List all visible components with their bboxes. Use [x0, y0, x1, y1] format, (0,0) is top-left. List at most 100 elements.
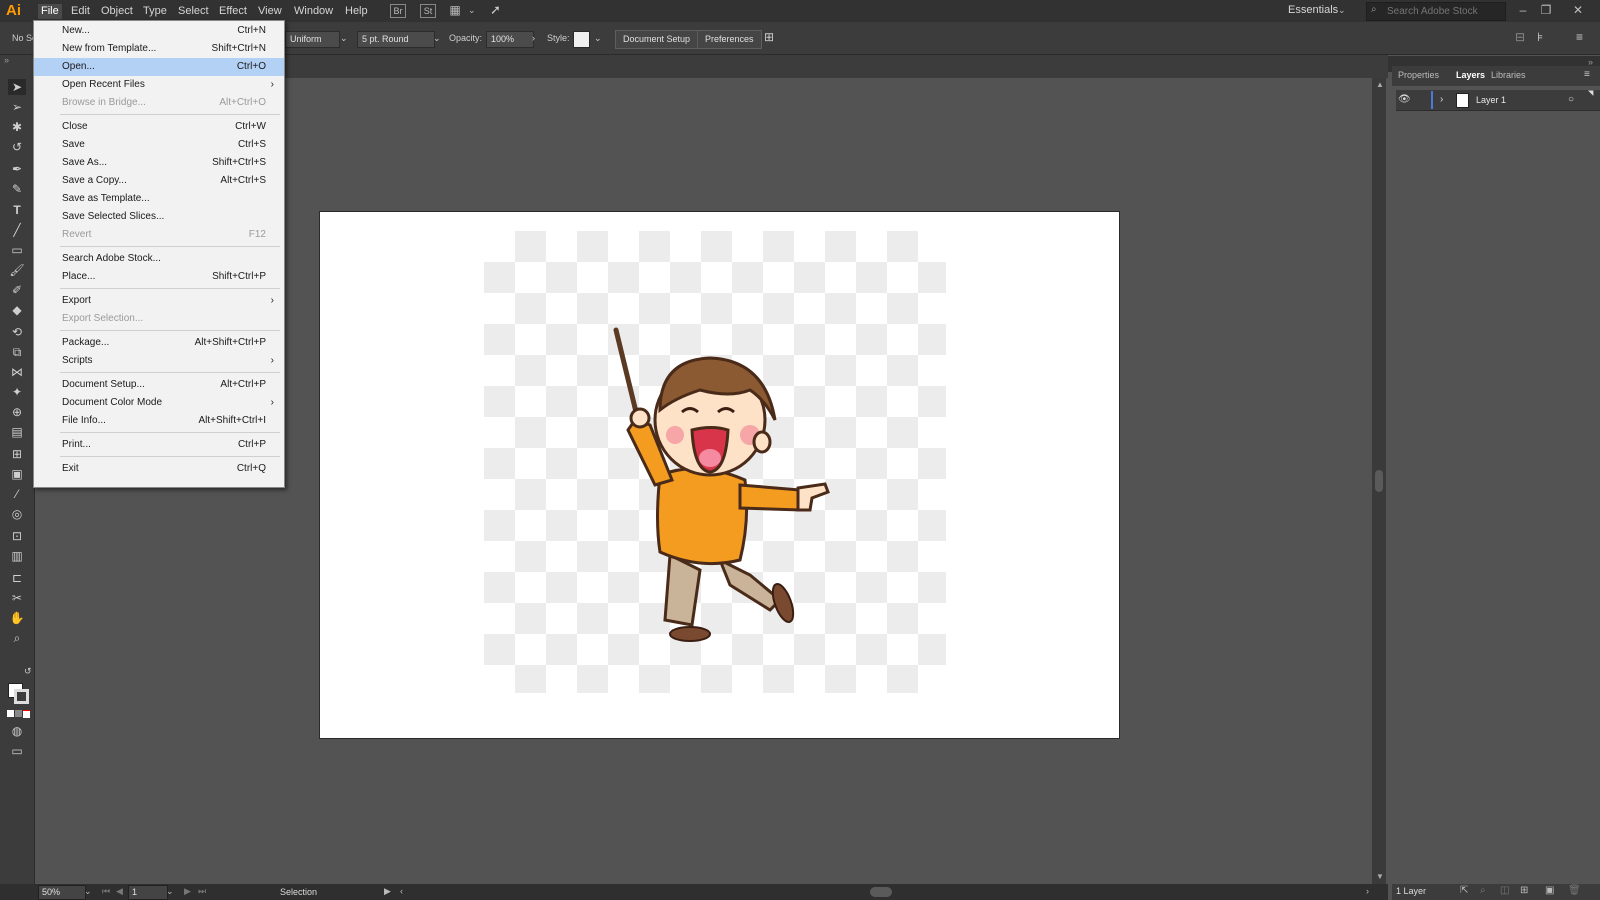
graph-tool-icon[interactable]: ▥ [8, 548, 26, 564]
pen-tool-icon[interactable]: ✒ [8, 161, 26, 177]
gpu-performance-icon[interactable]: ➚ [490, 2, 501, 18]
zoom-level-select[interactable]: 50% [38, 885, 86, 900]
menu-item-print[interactable]: Print... Ctrl+P [34, 436, 284, 454]
expand-layer-chevron-icon[interactable]: › [1440, 94, 1443, 105]
color-icon[interactable] [7, 710, 14, 717]
screen-mode-icon[interactable]: ▭ [8, 743, 26, 759]
panel-menu-icon[interactable]: ≡ [1576, 30, 1583, 44]
line-tool-icon[interactable]: ╱ [8, 222, 26, 238]
menu-item-open-recent-files[interactable]: Open Recent Files › [34, 76, 284, 94]
arrange-icon[interactable]: ⊞ [764, 30, 774, 44]
perspective-grid-tool-icon[interactable]: ▤ [8, 424, 26, 440]
menu-item-package[interactable]: Package... Alt+Shift+Ctrl+P [34, 334, 284, 352]
menu-item-new[interactable]: New... Ctrl+N [34, 22, 284, 40]
vertical-scroll-thumb[interactable] [1375, 470, 1383, 492]
transform-icon[interactable]: ⊧ [1537, 30, 1543, 44]
menu-object[interactable]: Object [98, 4, 136, 19]
zoom-tool-icon[interactable]: ⌕ [8, 630, 26, 646]
align-icon[interactable]: ⊟ [1515, 30, 1525, 44]
menu-item-place[interactable]: Place... Shift+Ctrl+P [34, 268, 284, 286]
menu-type[interactable]: Type [140, 4, 170, 19]
puppet-warp-tool-icon[interactable]: ✦ [8, 384, 26, 400]
width-tool-icon[interactable]: ⋈ [8, 364, 26, 380]
bridge-icon[interactable]: Br [390, 4, 406, 18]
close-icon[interactable]: ✕ [1570, 2, 1586, 18]
search-stock-box[interactable]: ⌕ [1366, 2, 1507, 21]
prev-artboard-icon[interactable]: ◀ [116, 886, 123, 897]
color-mode-buttons[interactable] [7, 710, 31, 718]
opacity-input[interactable]: 100% [486, 31, 534, 48]
shaper-tool-icon[interactable]: ✐ [8, 282, 26, 298]
next-artboard-icon[interactable]: ▶ [184, 886, 191, 897]
menu-select[interactable]: Select [175, 4, 212, 19]
chevron-right-icon[interactable]: › [532, 33, 535, 43]
restore-icon[interactable]: ❐ [1538, 2, 1554, 18]
draw-mode-icon[interactable]: ◍ [8, 723, 26, 739]
layer-target-icon[interactable]: ○ [1568, 94, 1574, 105]
menu-item-close[interactable]: Close Ctrl+W [34, 118, 284, 136]
scale-tool-icon[interactable]: ⧉ [8, 344, 26, 360]
menu-item-exit[interactable]: Exit Ctrl+Q [34, 460, 284, 478]
new-sublayer-icon[interactable]: ⊞ [1520, 885, 1528, 896]
artboard-number-input[interactable]: 1 [128, 885, 168, 900]
menu-item-open[interactable]: Open... Ctrl+O [34, 58, 284, 76]
chevron-down-icon[interactable]: ⌄ [166, 886, 174, 897]
menu-item-document-setup[interactable]: Document Setup... Alt+Ctrl+P [34, 376, 284, 394]
hand-tool-icon[interactable]: ✋ [8, 610, 26, 626]
eyedropper-tool-icon[interactable]: ⁄ [8, 486, 26, 502]
last-artboard-icon[interactable]: ⏭ [198, 886, 206, 897]
mesh-tool-icon[interactable]: ⊞ [8, 446, 26, 462]
magic-wand-tool-icon[interactable]: ✱ [8, 119, 26, 135]
brush-definition-select[interactable]: 5 pt. Round [357, 31, 435, 48]
menu-item-save[interactable]: Save Ctrl+S [34, 136, 284, 154]
tab-properties[interactable]: Properties [1398, 70, 1439, 80]
artboard-tool-icon[interactable]: ⊏ [8, 570, 26, 586]
type-tool-icon[interactable]: T [8, 202, 26, 218]
scroll-down-icon[interactable]: ▼ [1376, 872, 1384, 881]
menu-item-save-a-copy[interactable]: Save a Copy... Alt+Ctrl+S [34, 172, 284, 190]
lasso-tool-icon[interactable]: ↺ [8, 139, 26, 155]
menu-item-save-selected-slices[interactable]: Save Selected Slices... [34, 208, 284, 226]
first-artboard-icon[interactable]: ⏮ [102, 886, 110, 897]
menu-item-search-adobe-stock[interactable]: Search Adobe Stock... [34, 250, 284, 268]
slice-tool-icon[interactable]: ✂ [8, 590, 26, 606]
menu-edit[interactable]: Edit [68, 4, 93, 19]
scroll-left-icon[interactable]: ‹ [400, 886, 403, 896]
menu-view[interactable]: View [255, 4, 285, 19]
new-layer-icon[interactable]: ▣ [1545, 885, 1554, 896]
rotate-tool-icon[interactable]: ⟲ [8, 324, 26, 340]
eraser-tool-icon[interactable]: ◆ [8, 302, 26, 318]
menu-item-export[interactable]: Export › [34, 292, 284, 310]
tab-layers[interactable]: Layers [1456, 70, 1485, 80]
collapse-toolbar-icon[interactable]: » [4, 55, 9, 65]
menu-item-document-color-mode[interactable]: Document Color Mode › [34, 394, 284, 412]
export-icon[interactable]: ⇱ [1460, 885, 1468, 896]
status-menu-icon[interactable]: ▶ [384, 886, 391, 897]
stock-icon[interactable]: St [420, 4, 436, 18]
chevron-down-icon[interactable]: ⌄ [433, 33, 441, 44]
rectangle-tool-icon[interactable]: ▭ [8, 242, 26, 258]
scroll-up-icon[interactable]: ▲ [1376, 80, 1384, 89]
style-swatch[interactable] [573, 31, 590, 48]
stroke-swatch[interactable] [14, 689, 29, 704]
gradient-icon[interactable] [15, 710, 22, 717]
blend-tool-icon[interactable]: ◎ [8, 506, 26, 522]
chevron-down-icon[interactable]: ⌄ [1338, 5, 1346, 16]
shape-builder-tool-icon[interactable]: ⊕ [8, 404, 26, 420]
chevron-down-icon[interactable]: ⌄ [84, 886, 92, 897]
stroke-profile-select[interactable]: Uniform [285, 31, 340, 48]
chevron-down-icon[interactable]: ⌄ [468, 5, 476, 16]
visibility-eye-icon[interactable]: 👁 [1398, 94, 1411, 105]
panel-options-icon[interactable]: ≡ [1584, 69, 1590, 80]
layer-name[interactable]: Layer 1 [1476, 95, 1506, 105]
paintbrush-tool-icon[interactable]: 🖌 [8, 262, 26, 278]
menu-item-save-as-template[interactable]: Save as Template... [34, 190, 284, 208]
menu-help[interactable]: Help [342, 4, 371, 19]
swap-fill-stroke-icon[interactable]: ↺ [24, 666, 32, 677]
delete-layer-icon[interactable]: 🗑 [1568, 885, 1581, 896]
minimize-icon[interactable]: – [1515, 2, 1531, 18]
search-stock-input[interactable] [1385, 3, 1507, 20]
menu-effect[interactable]: Effect [216, 4, 250, 19]
menu-item-scripts[interactable]: Scripts › [34, 352, 284, 370]
selection-tool-icon[interactable]: ➤ [8, 79, 26, 95]
